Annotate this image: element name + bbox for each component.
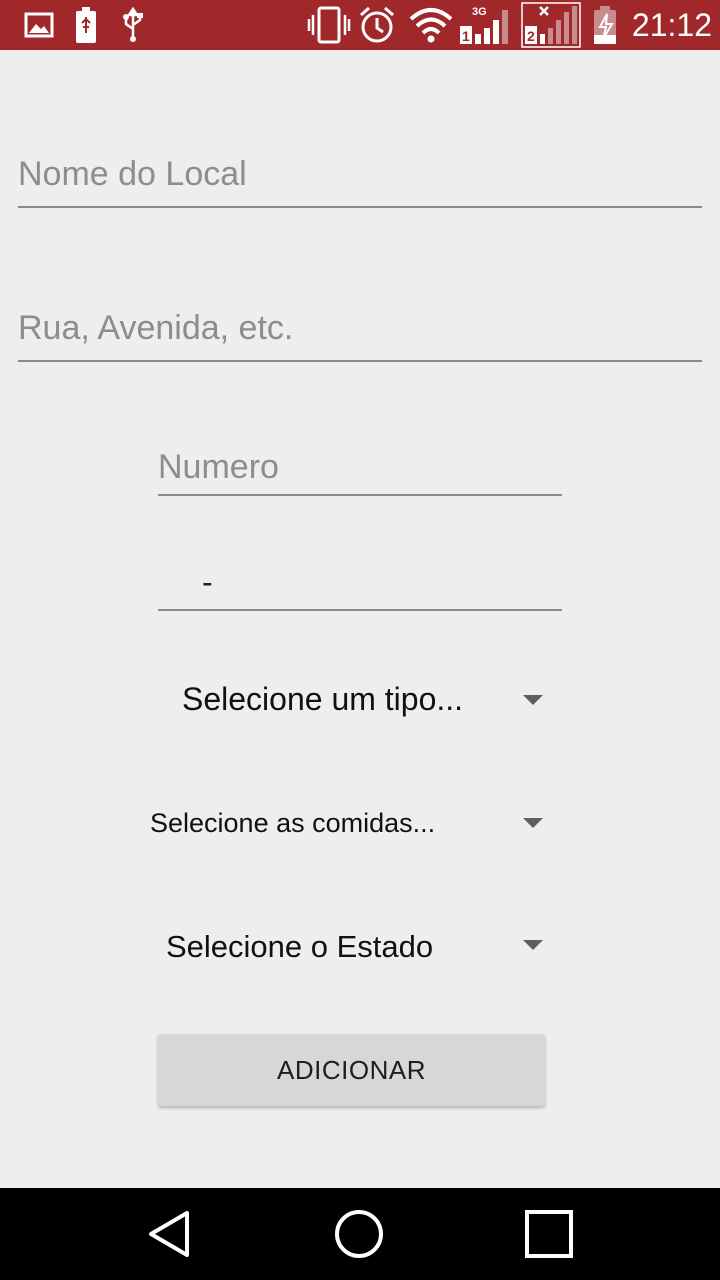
- numero-input[interactable]: [158, 444, 562, 490]
- chevron-down-icon: [523, 940, 543, 950]
- navigation-bar: [0, 1188, 720, 1280]
- signal-sim2-icon: 2: [520, 0, 582, 50]
- svg-text:1: 1: [462, 28, 470, 44]
- nome-local-field[interactable]: [18, 150, 702, 208]
- battery-charging-icon: [590, 0, 620, 50]
- status-bar: 3G 1 2 21:12: [0, 0, 720, 50]
- comidas-spinner[interactable]: Selecione as comidas...: [150, 794, 550, 852]
- recents-icon: [525, 1210, 573, 1258]
- signal-sim1-3g-icon: 3G 1: [458, 0, 516, 50]
- back-button[interactable]: [110, 1188, 230, 1280]
- alarm-icon: [356, 0, 398, 50]
- back-icon: [149, 1211, 189, 1257]
- recents-button[interactable]: [489, 1188, 609, 1280]
- image-icon: [22, 0, 56, 50]
- adicionar-button[interactable]: ADICIONAR: [158, 1034, 545, 1106]
- usb-icon: [118, 0, 148, 50]
- home-button[interactable]: [299, 1188, 419, 1280]
- nome-local-input[interactable]: [18, 150, 702, 198]
- clock: 21:12: [631, 7, 712, 43]
- rua-field[interactable]: [18, 304, 702, 362]
- svg-text:2: 2: [527, 28, 535, 44]
- wifi-icon: [408, 0, 454, 50]
- complemento-value: -: [202, 564, 213, 600]
- numero-field[interactable]: [158, 444, 562, 496]
- form-content: - Selecione um tipo... Selecione as comi…: [0, 50, 720, 1188]
- chevron-down-icon: [523, 818, 543, 828]
- rua-input[interactable]: [18, 304, 702, 352]
- battery-usb-icon: [72, 0, 100, 50]
- home-icon: [335, 1210, 383, 1258]
- tipo-spinner-label: Selecione um tipo...: [182, 681, 464, 717]
- chevron-down-icon: [523, 695, 543, 705]
- estado-spinner-label: Selecione o Estado: [166, 929, 434, 964]
- vibrate-icon: [306, 0, 352, 50]
- comidas-spinner-label: Selecione as comidas...: [150, 808, 436, 838]
- complemento-field[interactable]: -: [158, 556, 562, 611]
- tipo-spinner[interactable]: Selecione um tipo...: [150, 670, 550, 730]
- svg-text:3G: 3G: [472, 6, 487, 18]
- estado-spinner[interactable]: Selecione o Estado: [150, 916, 550, 978]
